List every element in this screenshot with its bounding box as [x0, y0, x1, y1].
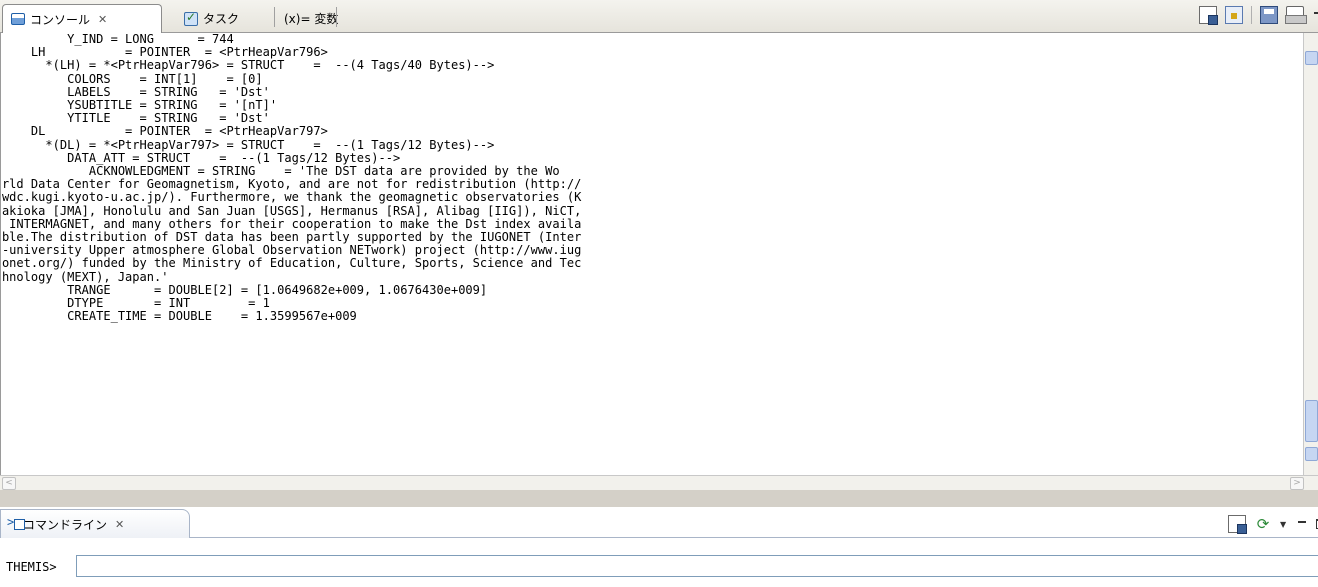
console-line: wdc.kugi.kyoto-u.ac.jp/). Furthermore, w… — [1, 190, 582, 206]
tab-divider — [274, 7, 275, 27]
minimize-icon[interactable] — [1296, 517, 1308, 531]
clear-console-icon[interactable] — [1199, 6, 1218, 25]
close-icon[interactable]: ✕ — [115, 518, 124, 531]
tab-tasks-label: タスク — [203, 12, 240, 26]
horizontal-scrollbar[interactable]: < > — [0, 475, 1318, 490]
console-tabstrip: コンソール ✕ タスク (x)= 変数 — [0, 0, 1318, 33]
print-icon[interactable] — [1285, 6, 1307, 24]
tab-variables-label: (x)= 変数 — [284, 12, 339, 26]
command-row: THEMIS> — [0, 551, 1318, 581]
console-icon — [11, 13, 25, 25]
tab-divider — [336, 7, 337, 27]
tab-command-line[interactable]: コマンドライン ✕ — [0, 509, 190, 538]
console-toolbar — [1199, 6, 1318, 25]
console-line: *(LH) = *<PtrHeapVar796> = STRUCT = --(4… — [1, 58, 495, 74]
console-text: Y_IND = LONG = 744 LH = POINTER = <PtrHe… — [1, 33, 1225, 323]
console-line: CREATE_TIME = DOUBLE = 1.3599567e+009 — [1, 309, 357, 325]
vertical-scrollbar[interactable] — [1303, 33, 1318, 475]
scroll-thumb[interactable] — [1305, 400, 1318, 442]
scroll-lock-icon[interactable] — [1225, 6, 1243, 24]
clear-icon[interactable] — [1228, 515, 1247, 534]
console-line: akioka [JMA], Honolulu and San Juan [USG… — [1, 203, 582, 219]
scroll-down-button[interactable] — [1305, 447, 1318, 461]
tab-variables[interactable]: (x)= 変数 — [276, 4, 339, 33]
console-output[interactable]: Y_IND = LONG = 744 LH = POINTER = <PtrHe… — [0, 33, 1303, 475]
scroll-right-button[interactable]: > — [1290, 477, 1304, 490]
scroll-up-button[interactable] — [1305, 51, 1318, 65]
console-line: *(DL) = *<PtrHeapVar797> = STRUCT = --(1… — [1, 137, 495, 153]
dropdown-icon[interactable]: ▼ — [1280, 520, 1288, 529]
console-view: コンソール ✕ タスク (x)= 変数 Y_IND = LONG = 744 L… — [0, 0, 1318, 507]
tab-tasks[interactable]: タスク — [176, 4, 278, 33]
save-icon[interactable] — [1260, 6, 1278, 24]
scroll-left-button[interactable]: < — [2, 477, 16, 490]
command-line-view: コマンドライン ✕ ⟳ ▼ THEMIS> — [0, 507, 1318, 587]
tab-command-line-label: コマンドライン — [23, 517, 108, 532]
toolbar-divider — [1251, 6, 1252, 24]
tab-console[interactable]: コンソール ✕ — [2, 4, 162, 33]
command-line-icon — [7, 515, 25, 530]
command-input[interactable] — [76, 555, 1318, 577]
tasks-icon — [184, 10, 198, 26]
console-line: hnology (MEXT), Japan.' — [1, 269, 169, 285]
console-line: onet.org/) funded by the Ministry of Edu… — [1, 256, 582, 272]
close-icon[interactable]: ✕ — [98, 13, 107, 26]
tab-underline — [189, 537, 1318, 538]
command-tabstrip: コマンドライン ✕ ⟳ ▼ — [0, 507, 1318, 540]
console-line: COLORS = INT[1] = [0] — [1, 71, 263, 87]
command-prompt: THEMIS> — [6, 560, 57, 574]
tab-console-label: コンソール — [30, 12, 91, 27]
command-toolbar: ⟳ ▼ — [1228, 515, 1318, 534]
refresh-icon[interactable]: ⟳ — [1254, 515, 1272, 533]
minimize-icon[interactable] — [1312, 8, 1318, 22]
console-line: DL = POINTER = <PtrHeapVar797> — [1, 124, 328, 140]
